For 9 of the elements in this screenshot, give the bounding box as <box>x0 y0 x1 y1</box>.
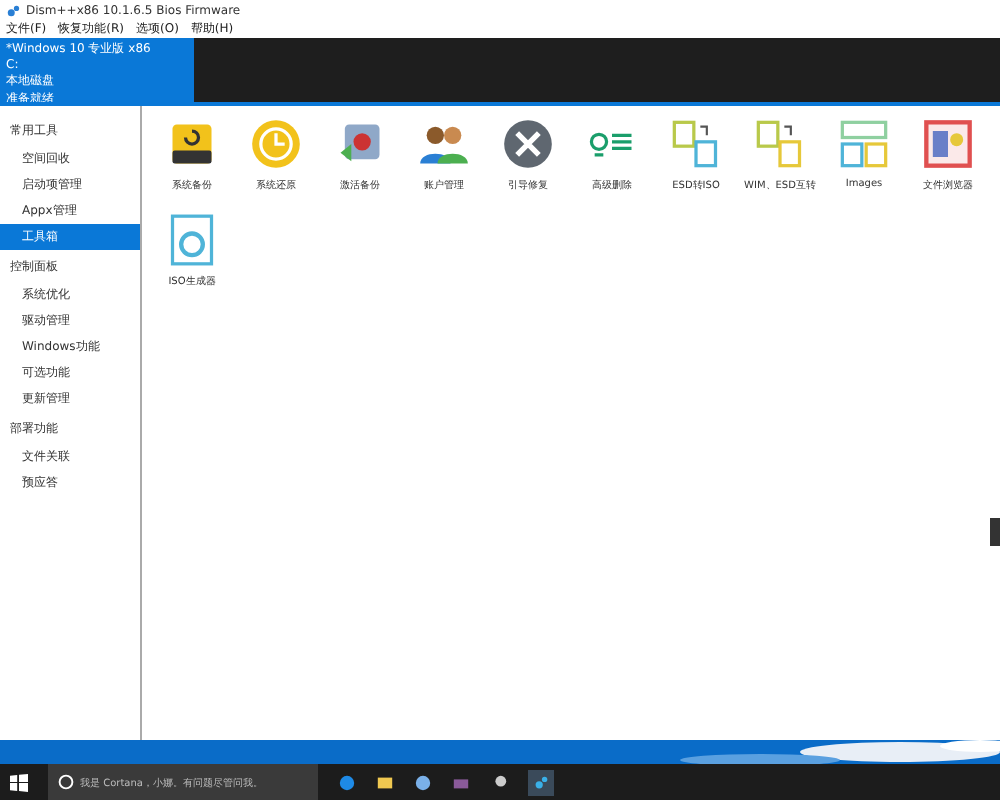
start-icon[interactable] <box>10 773 28 791</box>
app-taskbar-icon[interactable] <box>528 769 554 795</box>
store-icon[interactable] <box>452 773 470 791</box>
file-browser-icon[interactable] <box>922 118 974 170</box>
folder-icon[interactable] <box>376 773 394 791</box>
cortana-icon <box>58 774 74 790</box>
app-icon <box>6 3 20 17</box>
globe-icon[interactable] <box>414 773 432 791</box>
edge-browser-icon[interactable] <box>338 773 356 791</box>
